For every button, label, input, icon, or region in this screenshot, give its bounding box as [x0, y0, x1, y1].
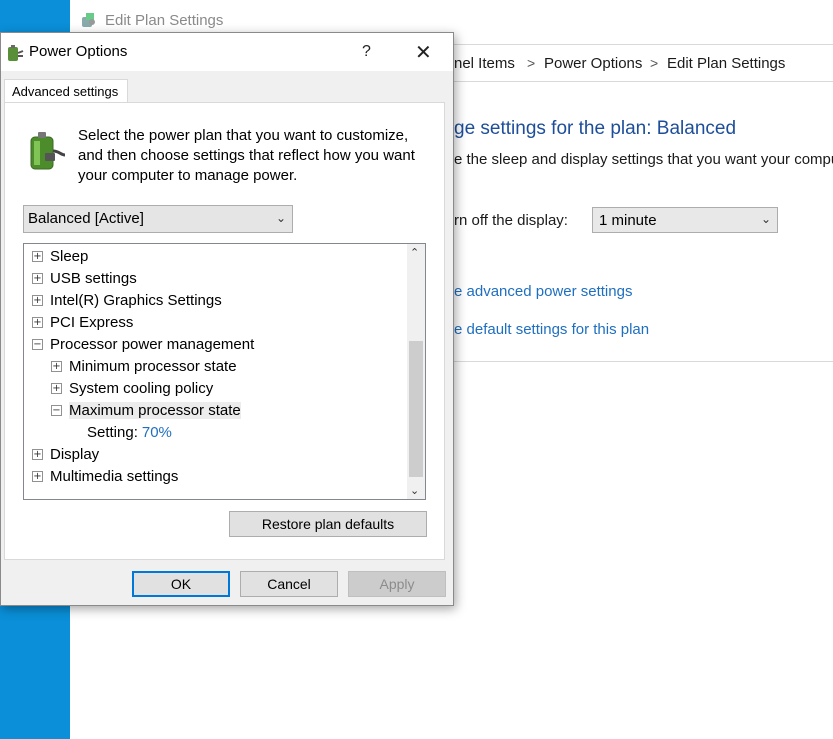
apply-button[interactable]: Apply — [348, 571, 446, 597]
control-panel-title: Edit Plan Settings — [105, 11, 224, 29]
expand-plus-icon[interactable]: + — [32, 470, 43, 482]
restore-plan-defaults-button[interactable]: Restore plan defaults — [229, 511, 427, 537]
setting-value[interactable]: 70% — [142, 424, 172, 441]
tree-item-sleep[interactable]: + Sleep — [32, 245, 88, 267]
expand-plus-icon[interactable]: + — [32, 250, 43, 262]
control-panel-titlebar: Edit Plan Settings — [80, 8, 223, 32]
breadcrumb-separator: > — [650, 55, 659, 71]
tree-item-intel-graphics[interactable]: + Intel(R) Graphics Settings — [32, 289, 222, 311]
tree-item-label: Minimum processor state — [69, 357, 237, 375]
tree-item-system-cooling[interactable]: + System cooling policy — [51, 377, 213, 399]
restore-defaults-link[interactable]: e default settings for this plan — [454, 321, 649, 338]
scroll-down-icon[interactable]: ⌄ — [410, 484, 419, 497]
dialog-title: Power Options — [29, 43, 128, 60]
tree-item-label: Processor power management — [50, 335, 255, 353]
tree-item-setting[interactable]: Setting: 70% — [87, 421, 172, 443]
display-off-select[interactable]: 1 minute ⌄ — [592, 207, 778, 233]
settings-tree[interactable]: + Sleep + USB settings + Intel(R) Graphi… — [23, 243, 426, 500]
cancel-button[interactable]: Cancel — [240, 571, 338, 597]
tab-advanced-settings[interactable]: Advanced settings — [4, 79, 128, 103]
control-panel-icon — [82, 13, 95, 27]
tree-scrollbar[interactable]: ⌃ ⌄ — [407, 244, 425, 499]
advanced-settings-panel: Select the power plan that you want to c… — [4, 102, 445, 560]
expand-plus-icon[interactable]: + — [32, 272, 43, 284]
battery-plug-icon — [8, 45, 24, 61]
expand-plus-icon[interactable]: + — [51, 360, 62, 372]
tree-item-max-processor-state[interactable]: − Maximum processor state — [51, 399, 241, 421]
help-button[interactable]: ? — [362, 43, 371, 61]
collapse-minus-icon[interactable]: − — [32, 338, 43, 350]
plan-select-value: Balanced [Active] — [28, 210, 144, 227]
tree-item-label: Maximum processor state — [69, 401, 241, 419]
tree-item-min-processor-state[interactable]: + Minimum processor state — [51, 355, 237, 377]
chevron-down-icon: ⌄ — [275, 211, 286, 225]
tree-item-multimedia[interactable]: + Multimedia settings — [32, 465, 178, 487]
ok-button[interactable]: OK — [132, 571, 230, 597]
chevron-down-icon: ⌄ — [760, 212, 771, 226]
intro-text: Select the power plan that you want to c… — [78, 127, 415, 184]
tree-item-label: System cooling policy — [69, 379, 214, 397]
breadcrumb-edit-plan-settings[interactable]: Edit Plan Settings — [667, 45, 785, 81]
tree-item-label: PCI Express — [50, 313, 134, 331]
tree-item-label: USB settings — [50, 269, 137, 287]
page-subtext: e the sleep and display settings that yo… — [454, 151, 833, 168]
setting-label: Setting: — [87, 423, 138, 441]
close-button[interactable]: ✕ — [415, 40, 432, 65]
expand-plus-icon[interactable]: + — [32, 294, 43, 306]
expand-plus-icon[interactable]: + — [32, 316, 43, 328]
advanced-settings-link[interactable]: e advanced power settings — [454, 283, 632, 300]
expand-plus-icon[interactable]: + — [32, 448, 43, 460]
breadcrumb-power-options[interactable]: Power Options — [544, 45, 642, 81]
page-heading: ge settings for the plan: Balanced — [454, 118, 737, 139]
breadcrumb-control-panel-items[interactable]: nel Items — [454, 45, 515, 81]
power-options-dialog: Power Options ? ✕ Advanced settings Sele… — [0, 32, 454, 606]
tree-item-display[interactable]: + Display — [32, 443, 99, 465]
expand-plus-icon[interactable]: + — [51, 382, 62, 394]
battery-plug-icon — [30, 132, 66, 170]
tree-item-processor-power[interactable]: − Processor power management — [32, 333, 254, 355]
dialog-titlebar[interactable]: Power Options ? ✕ — [1, 33, 453, 71]
display-off-value: 1 minute — [599, 211, 657, 229]
tree-item-usb[interactable]: + USB settings — [32, 267, 137, 289]
tree-item-label: Sleep — [50, 247, 89, 265]
tree-item-label: Display — [50, 445, 100, 463]
tree-item-label: Multimedia settings — [50, 467, 179, 485]
breadcrumb-separator: > — [527, 55, 536, 71]
tree-item-pci-express[interactable]: + PCI Express — [32, 311, 133, 333]
plan-select[interactable]: Balanced [Active] ⌄ — [23, 205, 293, 233]
scroll-up-icon[interactable]: ⌃ — [410, 246, 419, 259]
tree-item-label: Intel(R) Graphics Settings — [50, 291, 222, 309]
display-off-label: rn off the display: — [454, 212, 568, 229]
collapse-minus-icon[interactable]: − — [51, 404, 62, 416]
scrollbar-thumb[interactable] — [409, 341, 423, 477]
